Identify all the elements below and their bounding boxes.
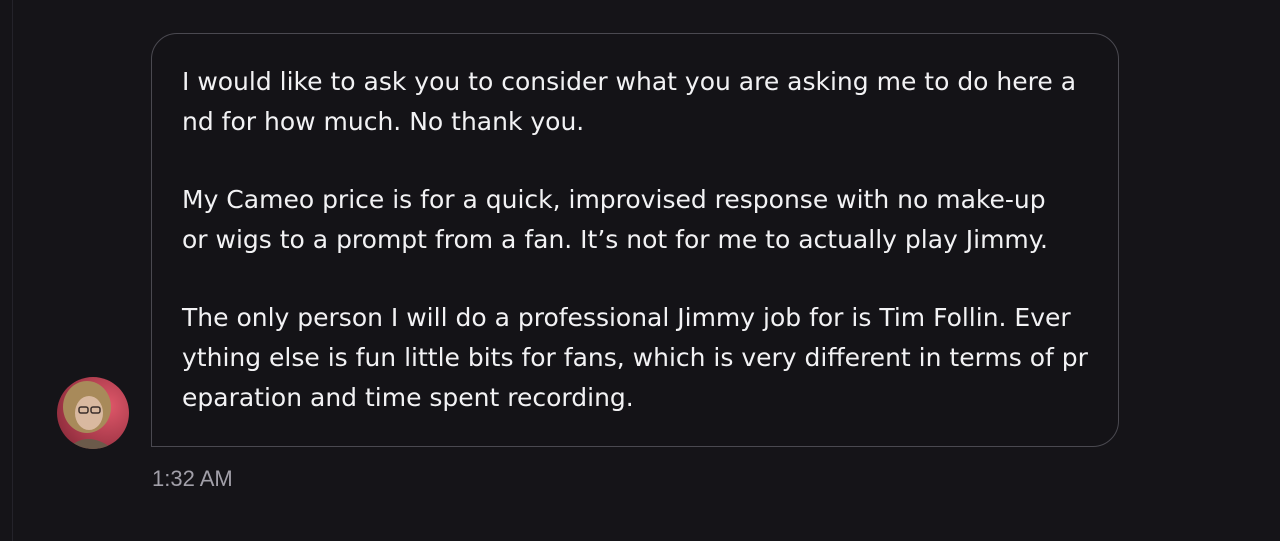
chat-view: I would like to ask you to consider what… [0,0,1280,541]
avatar[interactable] [57,377,129,449]
message-paragraph: My Cameo price is for a quick, improvise… [182,185,1048,254]
message-paragraph: I would like to ask you to consider what… [182,67,1077,136]
divider [12,0,13,541]
message-timestamp: 1:32 AM [152,466,233,491]
message-bubble[interactable]: I would like to ask you to consider what… [151,33,1119,447]
message-paragraph: The only person I will do a professional… [182,303,1088,412]
